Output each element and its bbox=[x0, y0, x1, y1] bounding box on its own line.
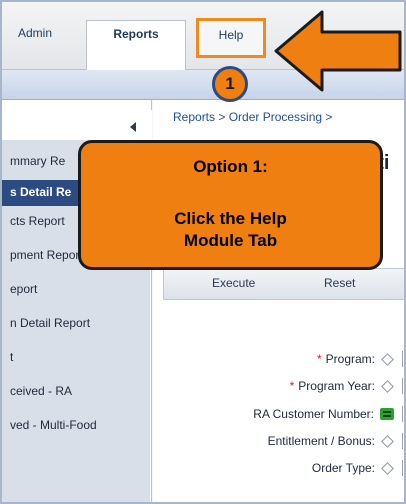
diamond-icon[interactable] bbox=[381, 461, 394, 475]
sidebar-item[interactable]: cts Report bbox=[10, 214, 65, 228]
order-type-label: Order Type: bbox=[311, 461, 375, 475]
form-row-order-type: Order Type: bbox=[311, 460, 404, 476]
form-row-entitlement: Entitlement / Bonus: bbox=[267, 433, 404, 449]
sidebar-item[interactable]: ved - Multi-Food bbox=[10, 418, 97, 432]
sidebar-item[interactable]: n Detail Report bbox=[10, 316, 90, 330]
step-number-badge: 1 bbox=[212, 66, 248, 102]
program-field[interactable] bbox=[402, 351, 404, 367]
entitlement-label: Entitlement / Bonus: bbox=[267, 434, 375, 448]
sidebar-item[interactable]: ceived - RA bbox=[10, 384, 72, 398]
form-row-ra-customer: RA Customer Number: bbox=[253, 406, 404, 422]
sidebar-header bbox=[2, 110, 152, 140]
execute-button[interactable]: Execute bbox=[212, 276, 255, 290]
entitlement-field[interactable] bbox=[402, 433, 404, 449]
reset-button[interactable]: Reset bbox=[324, 276, 355, 290]
order-type-field[interactable] bbox=[402, 460, 404, 476]
callout-line-2: Module Tab bbox=[183, 231, 278, 250]
callout-line-1: Click the Help bbox=[174, 209, 287, 228]
required-marker: * bbox=[316, 352, 322, 366]
instruction-callout: Option 1: Click the Help Module Tab bbox=[78, 140, 383, 270]
program-year-field[interactable] bbox=[402, 378, 404, 394]
required-marker: * bbox=[289, 379, 295, 393]
sidebar-item[interactable]: mmary Re bbox=[10, 154, 65, 168]
breadcrumb[interactable]: Reports > Order Processing > bbox=[173, 110, 332, 124]
program-year-label: Program Year: bbox=[298, 379, 375, 393]
sidebar-item[interactable]: eport bbox=[10, 282, 37, 296]
form-row-program-year: * Program Year: bbox=[289, 378, 404, 394]
tab-admin[interactable]: Admin bbox=[18, 26, 52, 40]
form-row-program: * Program: bbox=[316, 351, 404, 367]
diamond-icon[interactable] bbox=[381, 379, 394, 393]
callout-title: Option 1: bbox=[193, 157, 268, 176]
collapse-left-icon[interactable] bbox=[130, 122, 136, 132]
pointer-arrow-icon bbox=[274, 10, 402, 92]
diamond-icon[interactable] bbox=[381, 434, 394, 448]
sidebar-item[interactable]: pment Report bbox=[10, 248, 83, 262]
program-label: Program: bbox=[325, 352, 375, 366]
diamond-icon[interactable] bbox=[381, 352, 394, 366]
ra-customer-field[interactable] bbox=[402, 406, 404, 422]
equals-icon[interactable] bbox=[380, 408, 394, 420]
tab-reports[interactable]: Reports bbox=[86, 20, 186, 70]
report-toolbar: Execute Reset bbox=[163, 268, 404, 300]
ra-customer-label: RA Customer Number: bbox=[253, 407, 374, 421]
sidebar-item[interactable]: t bbox=[10, 350, 13, 364]
tab-help[interactable]: Help bbox=[196, 18, 266, 58]
